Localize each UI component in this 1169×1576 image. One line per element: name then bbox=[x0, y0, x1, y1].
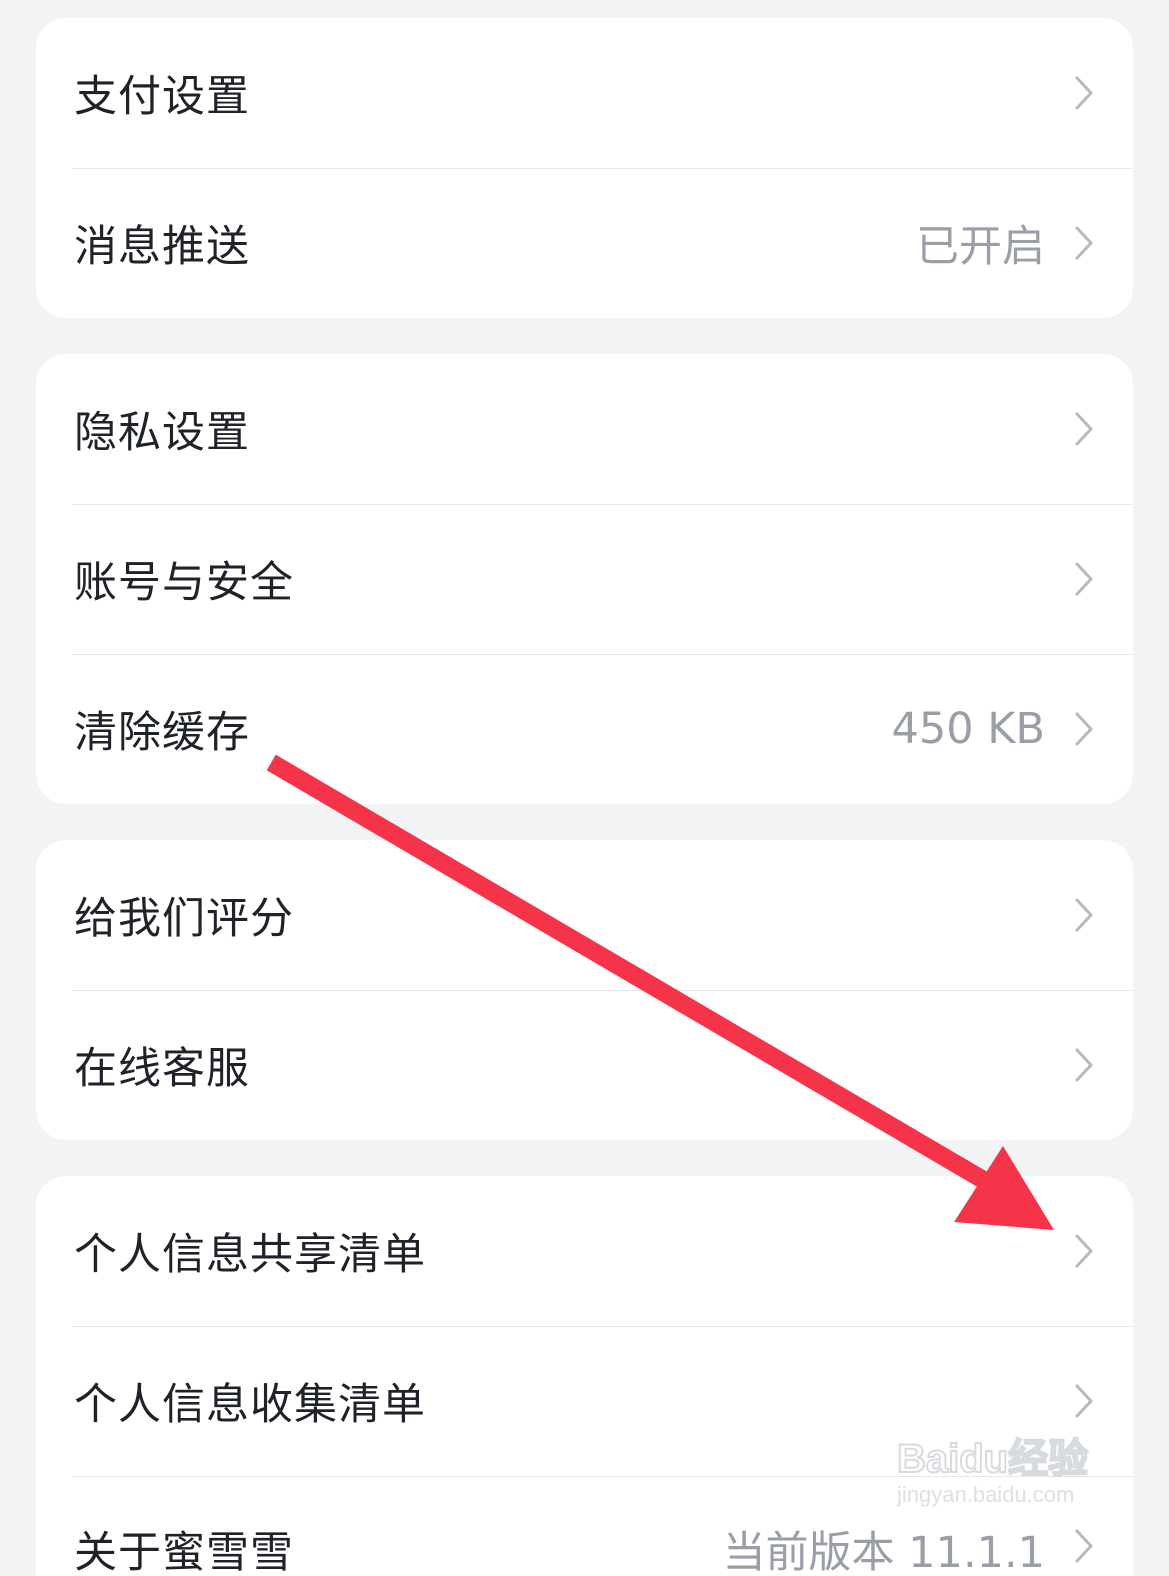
chevron-right-icon bbox=[1075, 712, 1093, 746]
chevron-right-icon bbox=[1075, 226, 1093, 260]
row-value: 450 KB bbox=[891, 704, 1045, 754]
row-label: 关于蜜雪雪 bbox=[74, 1528, 294, 1576]
row-label: 个人信息收集清单 bbox=[74, 1380, 426, 1430]
row-account-security[interactable]: 账号与安全 bbox=[36, 504, 1133, 654]
chevron-right-icon bbox=[1075, 1384, 1093, 1418]
settings-group-payment: 支付设置 消息推送 已开启 bbox=[36, 18, 1133, 318]
row-value: 已开启 bbox=[916, 222, 1045, 272]
watermark-url: jingyan.baidu.com bbox=[897, 1482, 1075, 1507]
settings-group-privacy: 隐私设置 账号与安全 清除缓存 450 KB bbox=[36, 354, 1133, 804]
chevron-right-icon bbox=[1075, 1234, 1093, 1268]
row-label: 账号与安全 bbox=[74, 558, 294, 608]
row-label: 给我们评分 bbox=[74, 894, 294, 944]
row-info-sharing-list[interactable]: 个人信息共享清单 bbox=[36, 1176, 1133, 1326]
baidu-jingyan-watermark: Baidu经验 jingyan.baidu.com bbox=[896, 1420, 1107, 1520]
row-clear-cache[interactable]: 清除缓存 450 KB bbox=[36, 654, 1133, 804]
row-label: 消息推送 bbox=[74, 222, 250, 272]
row-value: 当前版本 11.1.1 bbox=[722, 1528, 1045, 1576]
chevron-right-icon bbox=[1075, 412, 1093, 446]
chevron-right-icon bbox=[1075, 76, 1093, 110]
chevron-right-icon bbox=[1075, 1529, 1093, 1563]
chevron-right-icon bbox=[1075, 1048, 1093, 1082]
row-label: 清除缓存 bbox=[74, 708, 250, 758]
row-payment-settings[interactable]: 支付设置 bbox=[36, 18, 1133, 168]
row-online-service[interactable]: 在线客服 bbox=[36, 990, 1133, 1140]
row-privacy-settings[interactable]: 隐私设置 bbox=[36, 354, 1133, 504]
row-label: 隐私设置 bbox=[74, 408, 250, 458]
settings-group-support: 给我们评分 在线客服 bbox=[36, 840, 1133, 1140]
row-label: 个人信息共享清单 bbox=[74, 1230, 426, 1280]
chevron-right-icon bbox=[1075, 562, 1093, 596]
row-rate-us[interactable]: 给我们评分 bbox=[36, 840, 1133, 990]
chevron-right-icon bbox=[1075, 898, 1093, 932]
row-message-push[interactable]: 消息推送 已开启 bbox=[36, 168, 1133, 318]
row-label: 在线客服 bbox=[74, 1044, 250, 1094]
row-label: 支付设置 bbox=[74, 72, 250, 122]
watermark-logo: Baidu经验 bbox=[896, 1436, 1089, 1482]
